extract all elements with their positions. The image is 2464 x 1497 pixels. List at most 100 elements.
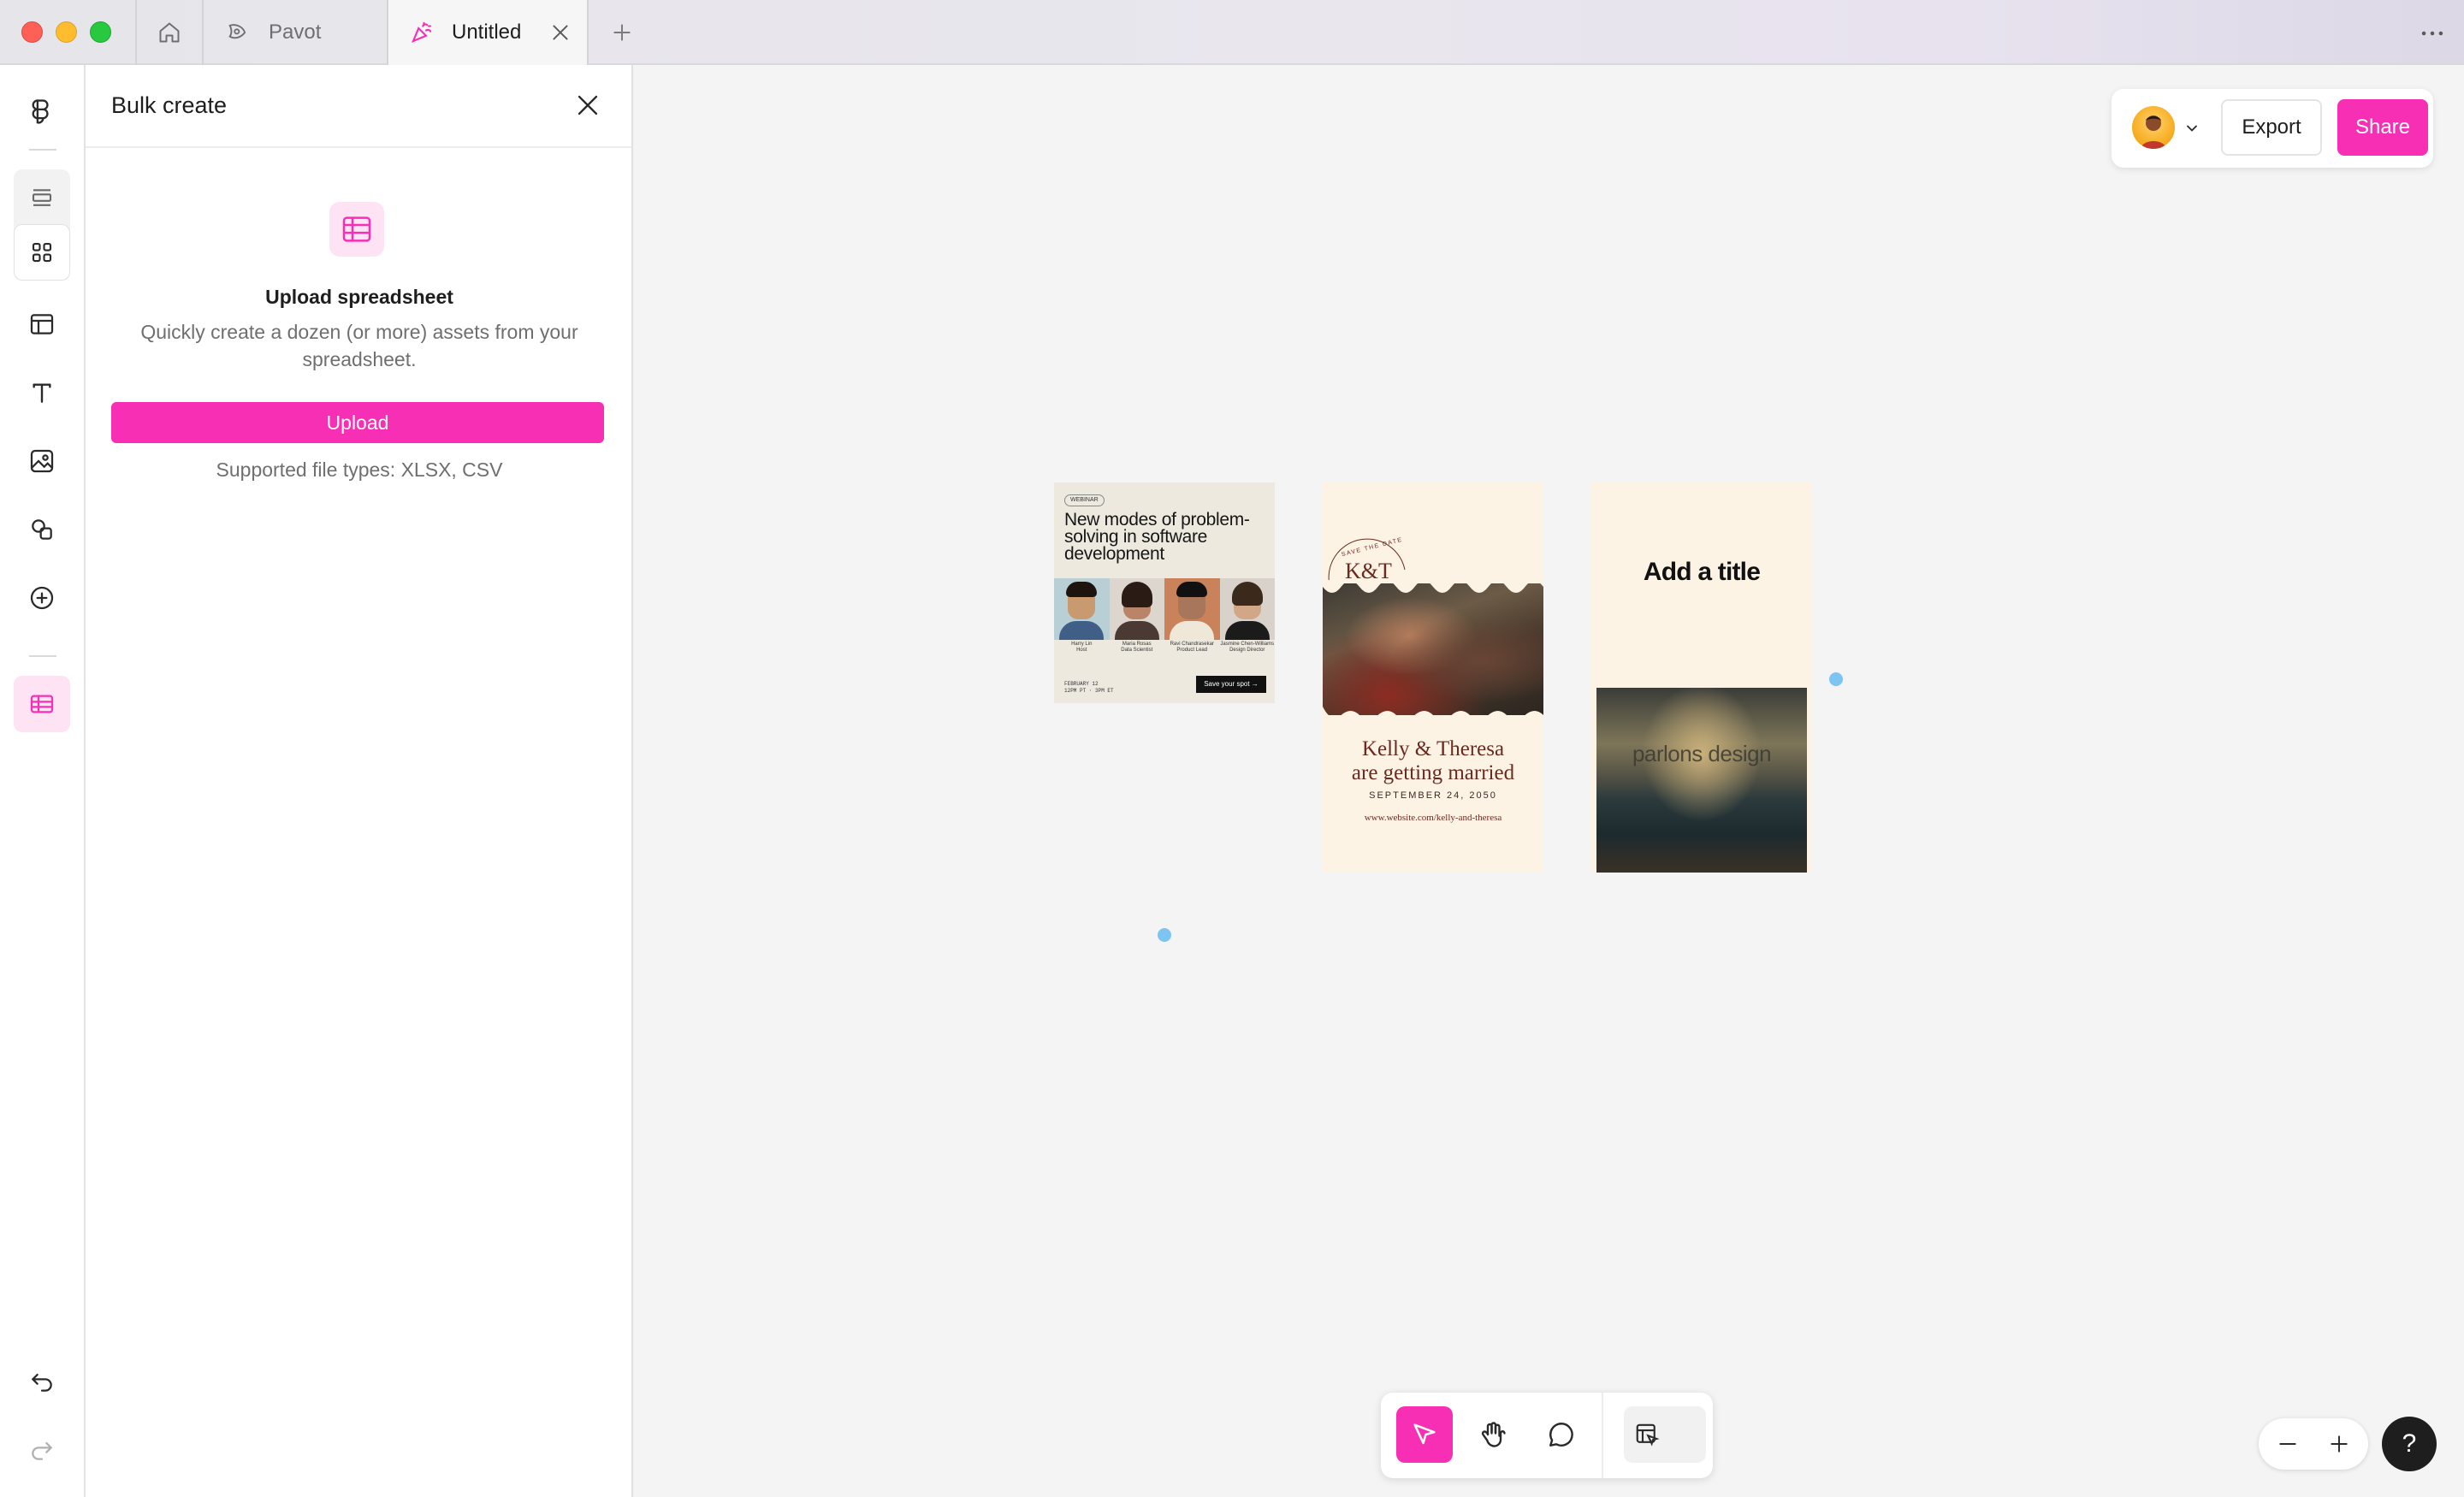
spreadsheet-icon [30, 695, 54, 713]
webinar-tag: WEBINAR [1064, 494, 1105, 506]
selection-handle[interactable] [1829, 672, 1843, 686]
speaker-names: Harry Lin Host Maria Rosas Data Scientist … [1054, 642, 1275, 654]
comment-tool-button[interactable] [1533, 1406, 1590, 1463]
webinar-headline: New modes of problem-solving in software… [1064, 510, 1250, 564]
chevron-down-icon[interactable] [2183, 120, 2200, 137]
window-close-button[interactable] [21, 21, 43, 43]
window-minimize-button[interactable] [56, 21, 77, 43]
app-logo-button[interactable] [14, 86, 70, 142]
zoom-in-button[interactable] [2322, 1427, 2356, 1461]
upload-description: Quickly create a dozen (or more) assets … [140, 321, 578, 370]
speaker-photos [1054, 578, 1275, 640]
text-icon [33, 383, 51, 403]
bulk-create-button[interactable] [14, 676, 70, 732]
list-view-icon [32, 189, 52, 206]
tab-pavot-label: Pavot [269, 21, 322, 44]
tab-pavot[interactable]: Pavot [202, 0, 387, 65]
avatar-illustration [2141, 115, 2166, 149]
undo-icon [32, 1373, 52, 1392]
bottom-toolbar [1381, 1393, 1713, 1478]
add-plugin-button[interactable] [14, 570, 70, 626]
webinar-date: FEBRUARY 12 12PM PT · 3PM ET [1064, 681, 1114, 694]
shapes-icon [32, 519, 52, 540]
couple-photo [1323, 583, 1543, 715]
tab-untitled[interactable]: Untitled [387, 0, 589, 65]
undo-button[interactable] [14, 1353, 70, 1410]
wedding-url: www.website.com/kelly-and-theresa [1364, 813, 1502, 823]
more-options-button[interactable] [2418, 19, 2447, 52]
bulk-create-panel: Bulk create Upload spreadsheet Quickly c… [86, 65, 633, 1497]
home-icon [159, 22, 180, 43]
speaker-name: Jasmine Chen-Williams Design Director [1220, 642, 1275, 653]
layout-template-icon [30, 314, 54, 334]
panel-header: Bulk create [86, 65, 631, 148]
more-horizontal-icon [2421, 31, 2443, 36]
rail-divider [29, 149, 56, 151]
party-popper-icon [412, 21, 432, 43]
speaker-photo [1054, 578, 1110, 640]
design-card-wedding[interactable]: SAVE THE DATE K&T Kelly & Theresa are get… [1323, 482, 1543, 873]
layout-cursor-icon [1636, 1423, 1660, 1447]
badge-text: SAVE THE DATE [1341, 537, 1403, 559]
tab-home[interactable] [135, 0, 202, 65]
speaker-photo [1164, 578, 1220, 640]
close-tab-icon[interactable] [549, 21, 572, 44]
cursor-icon [1413, 1423, 1436, 1445]
text-tool-button[interactable] [14, 364, 70, 421]
images-button[interactable] [14, 433, 70, 489]
plus-circle-icon [30, 586, 54, 610]
grid-view-icon [32, 242, 52, 263]
close-icon [578, 95, 598, 115]
wavy-border [1323, 580, 1543, 593]
webinar-cta: Save your spot → [1196, 676, 1266, 693]
question-mark-icon: ? [2402, 1429, 2417, 1458]
app-logo-icon [32, 99, 49, 124]
panel-title: Bulk create [111, 92, 228, 118]
speaker-name: Harry Lin Host [1071, 642, 1093, 653]
ocean-photo: parlons design [1596, 688, 1807, 873]
help-button[interactable]: ? [2382, 1417, 2437, 1471]
select-tool-button[interactable] [1396, 1406, 1453, 1463]
close-panel-button[interactable] [573, 91, 602, 124]
speaker-photo [1109, 578, 1164, 640]
wedding-date: SEPTEMBER 24, 2050 [1369, 790, 1497, 801]
selection-handle[interactable] [1158, 928, 1171, 942]
hand-tool-button[interactable] [1465, 1406, 1521, 1463]
comment-icon [1549, 1423, 1573, 1447]
header-actions: Export Share [2112, 89, 2433, 168]
zoom-controls [2259, 1418, 2368, 1470]
export-button[interactable]: Export [2221, 99, 2322, 156]
hand-icon [1481, 1422, 1506, 1447]
image-icon [30, 449, 54, 473]
minus-icon [2279, 1443, 2296, 1445]
plus-icon [613, 24, 631, 41]
wavy-border [1323, 707, 1543, 724]
speaker-name: Maria Rosas Data Scientist [1121, 642, 1153, 653]
window-maximize-button[interactable] [90, 21, 111, 43]
title-bar: Pavot Untitled [0, 0, 2464, 65]
zoom-out-button[interactable] [2271, 1427, 2305, 1461]
spreadsheet-icon [342, 216, 371, 242]
upload-button[interactable]: Upload [111, 402, 604, 443]
pavot-logo-icon [228, 24, 246, 39]
shapes-button[interactable] [14, 501, 70, 558]
left-rail [0, 65, 86, 1497]
share-button[interactable]: Share [2337, 99, 2428, 156]
redo-icon [32, 1441, 52, 1460]
photo-overlay-text: parlons design [1632, 741, 1772, 766]
plus-icon [2331, 1435, 2348, 1453]
redo-button[interactable] [14, 1422, 70, 1478]
new-tab-button[interactable] [599, 0, 645, 65]
design-card-title[interactable]: Add a title parlons design [1591, 482, 1812, 873]
design-card-webinar[interactable]: WEBINAR New modes of problem-solving in … [1054, 482, 1275, 703]
list-view-button[interactable] [14, 169, 70, 226]
spreadsheet-badge [329, 202, 384, 257]
grid-view-button[interactable] [14, 224, 70, 281]
supported-file-types: Supported file types: XLSX, CSV [216, 459, 503, 481]
toolbar-divider [1602, 1393, 1603, 1478]
tab-untitled-label: Untitled [452, 21, 522, 44]
rail-divider [29, 655, 56, 657]
layout-tool-button[interactable] [1624, 1406, 1706, 1463]
templates-button[interactable] [14, 296, 70, 352]
avatar[interactable] [2132, 106, 2175, 149]
